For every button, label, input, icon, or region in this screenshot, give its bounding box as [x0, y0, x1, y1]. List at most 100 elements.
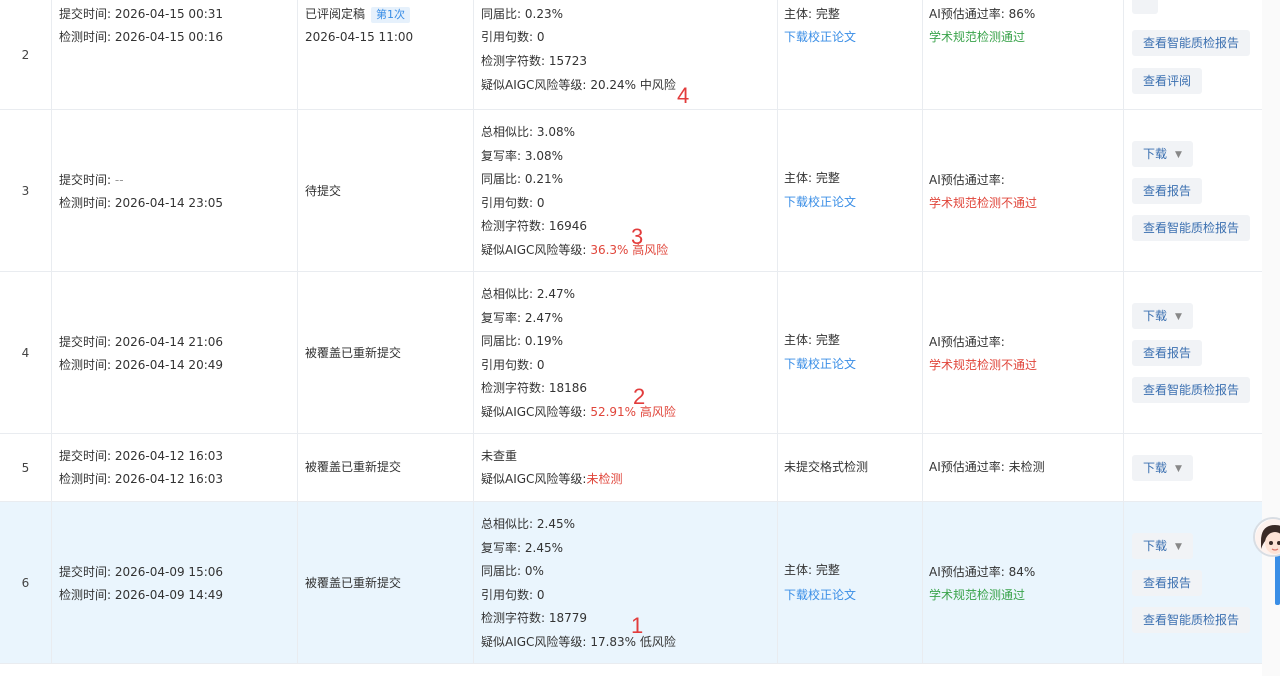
ops-cell: 下载 ▼ 查看报告 查看智能质检报告: [1124, 272, 1262, 433]
format-cell: 主体: 完整 下载校正论文: [778, 272, 923, 433]
ai-cell: AI预估通过率: 学术规范检测不通过: [923, 272, 1124, 433]
check-time: 2026-04-12 16:03: [114, 472, 224, 486]
table-row: 2 提交时间: 2026-04-15 00:31 检测时间: 2026-04-1…: [0, 0, 1262, 110]
table-row: 5 提交时间: 2026-04-12 16:03 检测时间: 2026-04-1…: [0, 434, 1262, 502]
metrics-cell: 同届比: 0.23% 引用句数: 0 检测字符数: 15723 疑似AIGC风险…: [474, 0, 778, 109]
download-corrected-paper-link[interactable]: 下载校正论文: [784, 29, 856, 45]
view-report-button[interactable]: 查看报告: [1132, 340, 1203, 366]
ops-cell: 下载 ▼: [1124, 434, 1262, 501]
status-cell: 待提交: [298, 110, 474, 271]
status-time: 2026-04-15 11:00: [305, 30, 414, 44]
view-quality-report-button[interactable]: 查看智能质检报告: [1132, 607, 1251, 633]
view-quality-report-button[interactable]: 查看智能质检报告: [1132, 215, 1251, 241]
ai-check-result: 学术规范检测通过: [929, 588, 1026, 602]
ops-cell: 下载 ▼ 查看报告 查看智能质检报告: [1124, 502, 1262, 663]
ai-check-result: 学术规范检测不通过: [929, 358, 1038, 372]
status-badge: 第1次: [371, 7, 411, 23]
ai-pass-rate: 未检测: [1008, 460, 1045, 474]
ai-cell: AI预估通过率: 86% 学术规范检测通过: [923, 0, 1124, 109]
view-review-button[interactable]: 查看评阅: [1132, 68, 1203, 94]
same-sim: 0.19%: [524, 334, 563, 348]
quote-count: 0: [536, 588, 545, 602]
table-row: 4 提交时间: 2026-04-14 21:06 检测时间: 2026-04-1…: [0, 272, 1262, 434]
status-text: 待提交: [305, 184, 342, 198]
ops-cell: 下载 ▼ 查看报告 查看智能质检报告: [1124, 110, 1262, 271]
table-row: 3 提交时间: -- 检测时间: 2026-04-14 23:05 待提交 总相…: [0, 110, 1262, 272]
download-corrected-paper-link[interactable]: 下载校正论文: [784, 194, 856, 210]
row-index: 2: [0, 0, 52, 109]
format-cell: 主体: 完整 下载校正论文: [778, 0, 923, 109]
format-cell: 未提交格式检测: [778, 434, 923, 501]
ai-check-result: 学术规范检测不通过: [929, 196, 1038, 210]
time-cell: 提交时间: 2026-04-09 15:06 检测时间: 2026-04-09 …: [52, 502, 298, 663]
ai-cell: AI预估通过率: 未检测: [923, 434, 1124, 501]
ops-cell: 查看智能质检报告 查看评阅: [1124, 0, 1262, 109]
aigc-level: 20.24% 中风险: [590, 78, 676, 92]
status-cell: 已评阅定稿 第1次 2026-04-15 11:00: [298, 0, 474, 109]
rewrite-rate: 3.08%: [524, 149, 563, 163]
status-text: 被覆盖已重新提交: [305, 460, 402, 474]
quote-count: 0: [536, 30, 545, 44]
submit-time: 2026-04-14 21:06: [114, 335, 224, 349]
same-sim: 0%: [524, 564, 544, 578]
check-time: 2026-04-15 00:16: [114, 30, 224, 44]
rewrite-rate: 2.47%: [524, 311, 563, 325]
row-index: 6: [0, 502, 52, 663]
submit-time: 2026-04-12 16:03: [114, 449, 224, 463]
view-report-button[interactable]: 查看报告: [1132, 570, 1203, 596]
quote-count: 0: [536, 196, 545, 210]
format-status: 未提交格式检测: [784, 460, 869, 474]
annotation-number: 3: [631, 224, 644, 249]
status-text: 已评阅定稿: [305, 7, 366, 21]
chevron-down-icon: ▼: [1175, 312, 1182, 322]
format-cell: 主体: 完整 下载校正论文: [778, 502, 923, 663]
download-dropdown-button[interactable]: 下载 ▼: [1132, 141, 1193, 167]
metrics-cell: 总相似比: 2.45% 复写率: 2.45% 同届比: 0% 引用句数: 0 检…: [474, 502, 778, 663]
same-sim: 0.21%: [524, 172, 563, 186]
subject-value: 完整: [815, 333, 840, 347]
aigc-level: 36.3% 高风险: [590, 243, 669, 257]
check-time: 2026-04-09 14:49: [114, 588, 224, 602]
view-report-button-partial[interactable]: [1132, 0, 1158, 14]
view-quality-report-button[interactable]: 查看智能质检报告: [1132, 30, 1251, 56]
metrics-cell: 总相似比: 2.47% 复写率: 2.47% 同届比: 0.19% 引用句数: …: [474, 272, 778, 433]
ai-check-result: 学术规范检测通过: [929, 30, 1026, 44]
time-cell: 提交时间: 2026-04-14 21:06 检测时间: 2026-04-14 …: [52, 272, 298, 433]
annotation-number: 2: [633, 384, 646, 409]
chevron-down-icon: ▼: [1175, 542, 1182, 552]
chevron-down-icon: ▼: [1175, 464, 1182, 474]
metrics-cell: 总相似比: 3.08% 复写率: 3.08% 同届比: 0.21% 引用句数: …: [474, 110, 778, 271]
same-sim: 0.23%: [524, 7, 563, 21]
download-corrected-paper-link[interactable]: 下载校正论文: [784, 587, 856, 603]
format-cell: 主体: 完整 下载校正论文: [778, 110, 923, 271]
ai-cell: AI预估通过率: 84% 学术规范检测通过: [923, 502, 1124, 663]
ai-cell: AI预估通过率: 学术规范检测不通过: [923, 110, 1124, 271]
row-index: 5: [0, 434, 52, 501]
subject-value: 完整: [815, 171, 840, 185]
char-count: 15723: [548, 54, 588, 68]
quote-count: 0: [536, 358, 545, 372]
download-dropdown-button[interactable]: 下载 ▼: [1132, 303, 1193, 329]
total-sim: 2.45%: [536, 517, 575, 531]
total-sim: 2.47%: [536, 287, 575, 301]
row-index: 4: [0, 272, 52, 433]
aigc-level: 未检测: [586, 472, 623, 486]
total-sim: 3.08%: [536, 125, 575, 139]
subject-value: 完整: [815, 563, 840, 577]
rewrite-rate: 2.45%: [524, 541, 563, 555]
char-count: 18186: [548, 381, 588, 395]
time-cell: 提交时间: -- 检测时间: 2026-04-14 23:05: [52, 110, 298, 271]
submit-time: 2026-04-15 00:31: [114, 7, 224, 21]
annotation-number: 4: [677, 83, 690, 108]
download-corrected-paper-link[interactable]: 下载校正论文: [784, 356, 856, 372]
chevron-down-icon: ▼: [1175, 150, 1182, 160]
download-dropdown-button[interactable]: 下载 ▼: [1132, 455, 1193, 481]
view-quality-report-button[interactable]: 查看智能质检报告: [1132, 377, 1251, 403]
table-row: 6 提交时间: 2026-04-09 15:06 检测时间: 2026-04-0…: [0, 502, 1262, 664]
time-cell: 提交时间: 2026-04-15 00:31 检测时间: 2026-04-15 …: [52, 0, 298, 109]
download-dropdown-button[interactable]: 下载 ▼: [1132, 533, 1193, 559]
view-report-button[interactable]: 查看报告: [1132, 178, 1203, 204]
metrics-cell: 未查重 疑似AIGC风险等级:未检测: [474, 434, 778, 501]
ai-pass-rate: 86%: [1008, 7, 1036, 21]
status-text: 被覆盖已重新提交: [305, 576, 402, 590]
